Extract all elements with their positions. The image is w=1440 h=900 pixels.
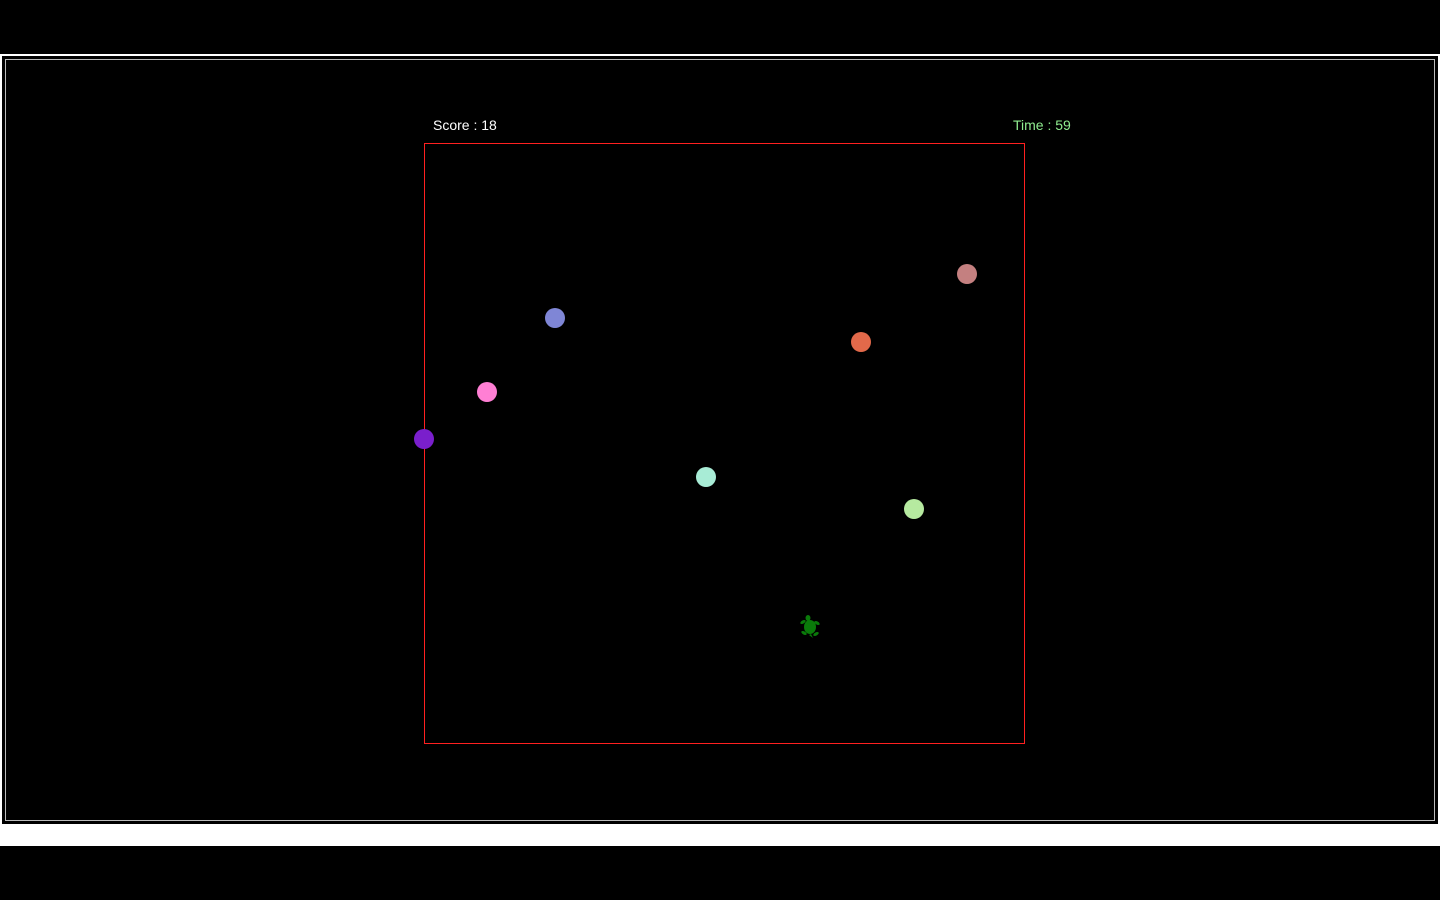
ball-palegreen <box>904 499 924 519</box>
ball-aquamarine <box>696 467 716 487</box>
bottom-letterbox <box>0 846 1440 900</box>
ball-rosybrown <box>957 264 977 284</box>
ball-purple <box>414 429 434 449</box>
ball-hotpink <box>477 382 497 402</box>
ball-slateblue <box>545 308 565 328</box>
top-letterbox <box>0 0 1440 54</box>
ball-coral <box>851 332 871 352</box>
score-label: Score : 18 <box>433 117 497 133</box>
game-arena[interactable] <box>424 143 1025 744</box>
time-label: Time : 59 <box>1013 117 1071 133</box>
turtle-icon <box>800 615 820 638</box>
canvas-bottom-border <box>0 826 1440 846</box>
